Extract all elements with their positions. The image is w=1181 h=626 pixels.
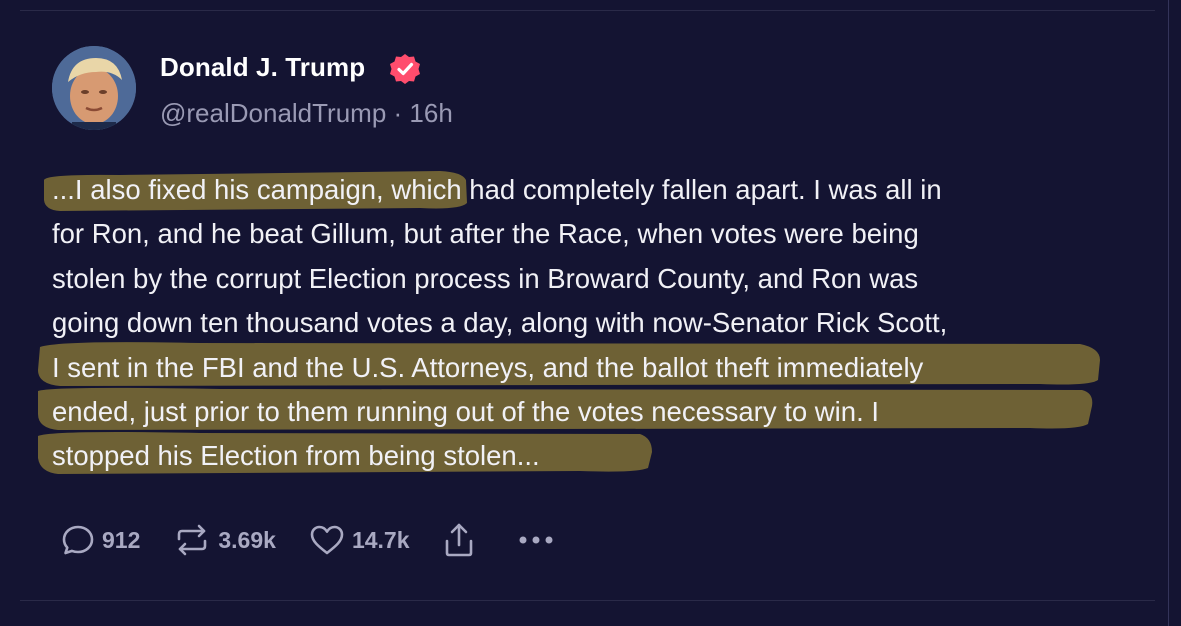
repost-icon (178, 524, 207, 556)
author-name[interactable]: Donald J. Trump (160, 52, 365, 83)
more-dots-icon (519, 536, 552, 544)
column-border (1168, 0, 1169, 626)
separator-dot: · (386, 98, 410, 128)
highlighted-text: I sent in the FBI and the U.S. Attorneys… (52, 351, 924, 383)
heart-icon (310, 525, 344, 555)
post-line: ...I also fixed his campaign, which had … (52, 174, 942, 205)
action-bar: 912 3.69k 14.7k (60, 518, 556, 562)
post-line: stolen by the corrupt Election process i… (52, 262, 919, 294)
top-divider (20, 10, 1155, 11)
reply-count: 912 (102, 526, 141, 553)
highlighted-text: ended, just prior to them running out of… (52, 395, 879, 427)
share-icon (445, 523, 472, 557)
post-line: ended, just prior to them running out of… (52, 390, 1132, 434)
verified-badge-icon (388, 52, 422, 86)
like-count: 14.7k (351, 526, 410, 553)
timestamp[interactable]: 16h (409, 98, 452, 128)
bottom-divider (20, 600, 1155, 601)
handle-row: @realDonaldTrump · 16h (160, 98, 453, 129)
post-line: I sent in the FBI and the U.S. Attorneys… (52, 346, 1132, 390)
avatar[interactable] (52, 46, 136, 130)
share-button[interactable] (442, 521, 476, 559)
more-options-button[interactable] (516, 530, 556, 550)
post-body: ...I also fixed his campaign, which had … (52, 168, 1132, 479)
avatar-portrait-icon (52, 46, 136, 130)
repost-count: 3.69k (218, 526, 276, 553)
reply-bubble-icon (62, 525, 94, 555)
highlighted-text: ...I also fixed his campaign, w (52, 174, 412, 205)
post-line: for Ron, and he beat Gillum, but after t… (52, 218, 919, 250)
like-button[interactable]: 14.7k (308, 522, 410, 558)
repost-button[interactable]: 3.69k (172, 522, 276, 558)
highlighted-text: stopped his Election from being stolen..… (52, 440, 540, 472)
reply-button[interactable]: 912 (60, 522, 140, 558)
post-line: going down ten thousand votes a day, alo… (52, 307, 948, 339)
post-card: Donald J. Trump @realDonaldTrump · 16h .… (0, 0, 1181, 626)
post-line: stopped his Election from being stolen..… (52, 434, 1132, 478)
author-handle[interactable]: @realDonaldTrump (160, 98, 386, 128)
